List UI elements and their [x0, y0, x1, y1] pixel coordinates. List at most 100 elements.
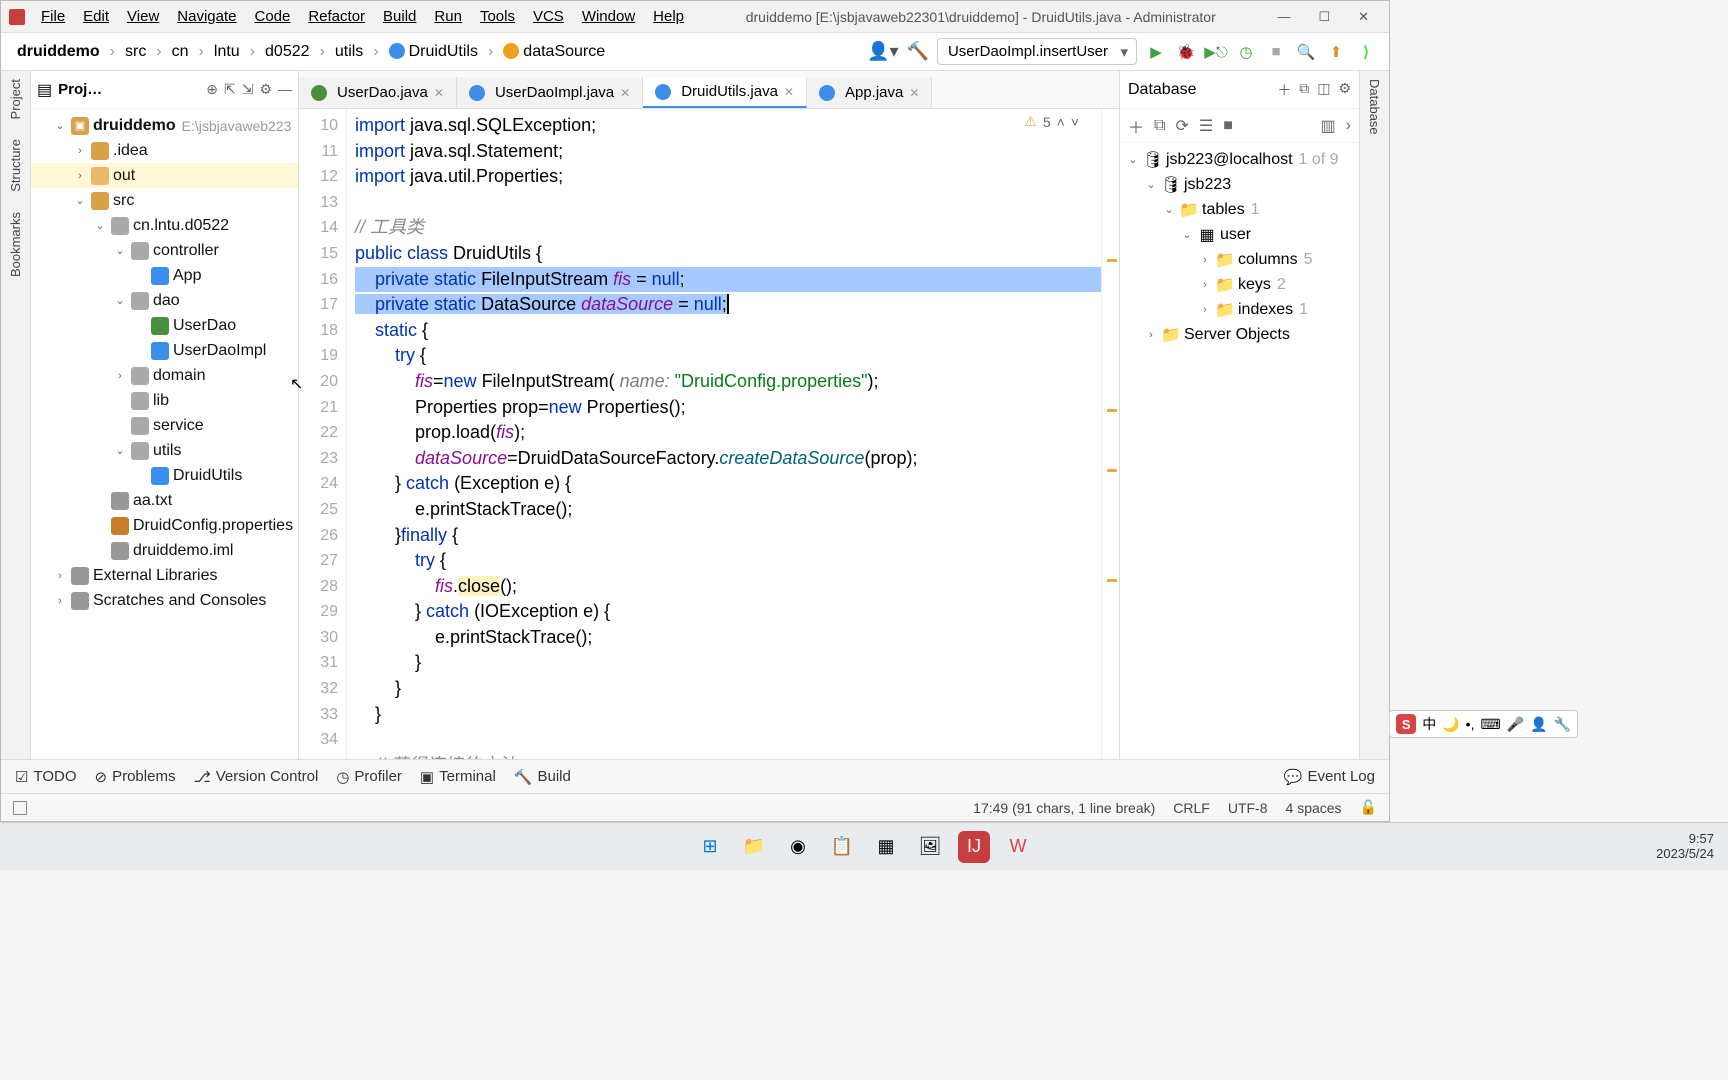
- editor-tab-app-java[interactable]: App.java✕: [807, 77, 932, 108]
- editor-tab-userdao-java[interactable]: UserDao.java✕: [299, 77, 457, 108]
- wps-icon[interactable]: W: [1002, 831, 1034, 863]
- menu-code[interactable]: Code: [246, 4, 298, 29]
- tree-item-domain[interactable]: ›domain: [31, 363, 298, 388]
- db-node-keys[interactable]: ›📁keys2: [1120, 272, 1359, 297]
- project-panel-title[interactable]: Proj…: [58, 81, 102, 98]
- todo-tab[interactable]: ☑ TODO: [15, 768, 77, 786]
- db-stop-icon[interactable]: ◫: [1317, 80, 1330, 100]
- menu-edit[interactable]: Edit: [75, 4, 117, 29]
- intellij-icon[interactable]: IJ: [958, 831, 990, 863]
- menu-help[interactable]: Help: [645, 4, 692, 29]
- notepad-icon[interactable]: 📋: [826, 831, 858, 863]
- event-log-tab[interactable]: 💬 Event Log: [1284, 768, 1375, 786]
- tree-item-out[interactable]: ›out: [31, 163, 298, 188]
- ime-lang[interactable]: 中: [1422, 714, 1436, 734]
- stop-button[interactable]: ■: [1265, 41, 1287, 63]
- expand-all-icon[interactable]: ⇱: [224, 81, 236, 98]
- profiler-tab[interactable]: ◷ Profiler: [336, 768, 402, 786]
- vcs-tab[interactable]: ⎇ Version Control: [193, 768, 318, 786]
- tree-item-druiddemo-iml[interactable]: druiddemo.iml: [31, 538, 298, 563]
- close-button[interactable]: ✕: [1350, 7, 1377, 27]
- editor-tab-druidutils-java[interactable]: DruidUtils.java✕: [643, 77, 807, 108]
- tree-item-app[interactable]: App: [31, 263, 298, 288]
- menu-navigate[interactable]: Navigate: [169, 4, 244, 29]
- code-editor[interactable]: import java.sql.SQLException;import java…: [347, 109, 1101, 759]
- ime-punct-icon[interactable]: •,: [1466, 716, 1475, 732]
- db-filter-icon[interactable]: ☰: [1199, 116, 1213, 136]
- ime-person-icon[interactable]: 👤: [1530, 716, 1547, 733]
- tree-item-druidutils[interactable]: DruidUtils: [31, 463, 298, 488]
- bc-utils[interactable]: utils: [329, 41, 369, 63]
- run-config-selector[interactable]: UserDaoImpl.insertUser: [937, 38, 1137, 65]
- close-tab-icon[interactable]: ✕: [909, 86, 919, 100]
- maximize-button[interactable]: ☐: [1310, 7, 1338, 27]
- line-separator[interactable]: CRLF: [1173, 800, 1210, 816]
- settings-icon[interactable]: ⚙: [259, 81, 272, 98]
- coverage-button[interactable]: ▶⎋: [1205, 41, 1227, 63]
- file-encoding[interactable]: UTF-8: [1228, 800, 1268, 816]
- build-icon[interactable]: 🔨: [907, 41, 929, 62]
- ime-keyboard-icon[interactable]: ⌨: [1480, 716, 1500, 733]
- start-button[interactable]: ⊞: [694, 831, 726, 863]
- db-copy-icon[interactable]: ⧉: [1154, 117, 1165, 135]
- structure-tool-tab[interactable]: Structure: [8, 139, 23, 192]
- updates-icon[interactable]: ⬆: [1325, 41, 1347, 63]
- db-stop2-icon[interactable]: ■: [1223, 117, 1233, 135]
- tree-item-external-libraries[interactable]: ›External Libraries: [31, 563, 298, 588]
- project-view-icon[interactable]: ▤: [37, 80, 52, 100]
- photos-icon[interactable]: 🖼: [914, 831, 946, 863]
- indent-setting[interactable]: 4 spaces: [1286, 800, 1342, 816]
- debug-button[interactable]: 🐞: [1175, 41, 1197, 63]
- tree-item-userdaoimpl[interactable]: UserDaoImpl: [31, 338, 298, 363]
- tree-item-userdao[interactable]: UserDao: [31, 313, 298, 338]
- menu-refactor[interactable]: Refactor: [300, 4, 373, 29]
- close-tab-icon[interactable]: ✕: [784, 85, 794, 99]
- db-node-tables[interactable]: ⌄📁tables1: [1120, 197, 1359, 222]
- tree-item-utils[interactable]: ⌄utils: [31, 438, 298, 463]
- db-connection[interactable]: ⌄🛢 jsb223@localhost 1 of 9: [1120, 147, 1359, 172]
- tree-item-dao[interactable]: ⌄dao: [31, 288, 298, 313]
- bc-cn[interactable]: cn: [166, 41, 195, 63]
- bc-d0522[interactable]: d0522: [259, 41, 316, 63]
- db-add-icon[interactable]: ＋: [1277, 80, 1291, 100]
- collapse-all-icon[interactable]: ⇲: [242, 81, 254, 98]
- code-with-me-icon[interactable]: 👤▾: [867, 41, 898, 62]
- caret-position[interactable]: 17:49 (91 chars, 1 line break): [973, 800, 1155, 816]
- tree-item-controller[interactable]: ⌄controller: [31, 238, 298, 263]
- menu-vcs[interactable]: VCS: [525, 4, 572, 29]
- bc-field[interactable]: dataSource: [497, 41, 611, 63]
- close-tab-icon[interactable]: ✕: [620, 86, 630, 100]
- db-view-icon[interactable]: ▥: [1321, 116, 1336, 136]
- tree-root[interactable]: ⌄▣ druiddemo E:\jsbjavaweb223: [31, 113, 298, 138]
- menu-file[interactable]: File: [33, 4, 73, 29]
- ime-toolbar[interactable]: S 中 🌙 •, ⌨ 🎤 👤 🔧: [1389, 710, 1578, 738]
- excel-icon[interactable]: ▦: [870, 831, 902, 863]
- database-tree[interactable]: ⌄🛢 jsb223@localhost 1 of 9 ⌄🛢jsb223⌄📁tab…: [1120, 143, 1359, 759]
- taskbar-clock[interactable]: 9:57 2023/5/24: [1656, 832, 1714, 861]
- tree-item-lib[interactable]: lib: [31, 388, 298, 413]
- close-tab-icon[interactable]: ✕: [434, 86, 444, 100]
- terminal-tab[interactable]: ▣ Terminal: [420, 768, 496, 786]
- explorer-icon[interactable]: 📁: [738, 831, 770, 863]
- bc-root[interactable]: druiddemo: [11, 41, 106, 63]
- profile-button[interactable]: ◷: [1235, 41, 1257, 63]
- bookmarks-tool-tab[interactable]: Bookmarks: [8, 212, 23, 277]
- run-button[interactable]: ▶: [1145, 41, 1167, 63]
- tool-windows-icon[interactable]: [13, 801, 27, 815]
- project-tree[interactable]: ⌄▣ druiddemo E:\jsbjavaweb223 ›.idea›out…: [31, 109, 298, 759]
- db-more-icon[interactable]: ›: [1346, 117, 1351, 135]
- error-stripe[interactable]: [1101, 109, 1119, 759]
- ime-moon-icon[interactable]: 🌙: [1442, 716, 1459, 733]
- menu-build[interactable]: Build: [375, 4, 424, 29]
- search-everywhere-icon[interactable]: 🔍: [1295, 41, 1317, 63]
- editor-tab-userdaoimpl-java[interactable]: UserDaoImpl.java✕: [457, 77, 643, 108]
- ide-features-icon[interactable]: ⟩: [1355, 41, 1377, 63]
- tree-item-src[interactable]: ⌄src: [31, 188, 298, 213]
- tree-item-druidconfig-properties[interactable]: DruidConfig.properties: [31, 513, 298, 538]
- tree-item--idea[interactable]: ›.idea: [31, 138, 298, 163]
- gutter[interactable]: 1011121314151617181920212223242526272829…: [299, 109, 347, 759]
- bc-lntu[interactable]: lntu: [208, 41, 246, 63]
- menu-window[interactable]: Window: [574, 4, 643, 29]
- ime-tools-icon[interactable]: 🔧: [1554, 716, 1571, 733]
- db-node-columns[interactable]: ›📁columns5: [1120, 247, 1359, 272]
